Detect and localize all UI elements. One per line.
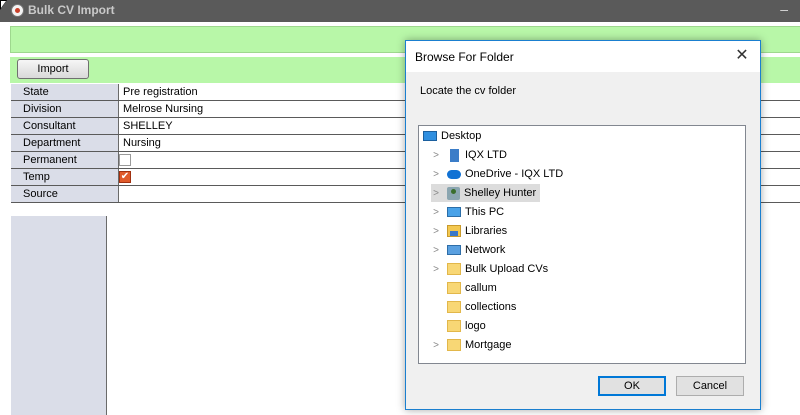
- field-label: Division: [11, 101, 119, 117]
- tree-item-label: This PC: [465, 206, 505, 218]
- tree-item-label: Libraries: [465, 225, 508, 237]
- chevron-right-icon[interactable]: >: [431, 264, 441, 275]
- chevron-right-icon[interactable]: >: [431, 150, 441, 161]
- tree-item-label: Desktop: [441, 130, 482, 142]
- temp-checkbox[interactable]: ✔: [119, 171, 131, 183]
- library-icon: [447, 225, 461, 237]
- tree-item-mortgage[interactable]: > Mortgage: [431, 336, 511, 354]
- chevron-right-icon[interactable]: >: [431, 340, 441, 351]
- mouse-cursor-icon: [0, 0, 7, 10]
- browse-folder-dialog: Browse For Folder ✕ Locate the cv folder…: [405, 40, 761, 410]
- folder-icon: [447, 320, 461, 332]
- cancel-button[interactable]: Cancel: [676, 376, 744, 396]
- tree-item-label: OneDrive - IQX LTD: [465, 168, 564, 180]
- folder-icon: [447, 282, 461, 294]
- division-value[interactable]: Melrose Nursing: [119, 101, 203, 117]
- minimize-button[interactable]: –: [780, 1, 788, 17]
- desktop-icon: [423, 131, 437, 141]
- tree-item-onedrive[interactable]: > OneDrive - IQX LTD: [431, 165, 563, 183]
- field-label: Department: [11, 135, 119, 151]
- tree-item-label: Mortgage: [465, 339, 512, 351]
- field-label: Permanent: [11, 152, 119, 168]
- building-icon: [450, 148, 459, 162]
- folder-icon: [447, 263, 461, 275]
- tree-item-label: logo: [465, 320, 486, 332]
- dialog-title: Browse For Folder: [415, 50, 514, 64]
- tree-item-label: Network: [465, 244, 506, 256]
- app-title: Bulk CV Import: [28, 3, 115, 17]
- tree-item-collections[interactable]: collections: [447, 298, 516, 316]
- permanent-checkbox[interactable]: [119, 154, 131, 166]
- dialog-title-bar: Browse For Folder ✕: [406, 41, 760, 72]
- chevron-right-icon[interactable]: >: [431, 169, 441, 180]
- tree-item-iqx-ltd[interactable]: > IQX LTD: [431, 146, 507, 164]
- chevron-right-icon[interactable]: >: [431, 207, 441, 218]
- pc-icon: [447, 207, 461, 217]
- label-column-filler: [11, 216, 107, 415]
- tree-item-label: Shelley Hunter: [464, 187, 537, 199]
- app-title-bar: Bulk CV Import –: [0, 0, 800, 22]
- tree-item-label: IQX LTD: [465, 149, 507, 161]
- field-label: Temp: [11, 169, 119, 185]
- department-value[interactable]: Nursing: [119, 135, 161, 151]
- tree-item-libraries[interactable]: > Libraries: [431, 222, 507, 240]
- dialog-message: Locate the cv folder: [420, 85, 517, 97]
- tree-item-shelley-hunter[interactable]: > Shelley Hunter: [431, 184, 541, 202]
- network-icon: [447, 245, 461, 255]
- cloud-icon: [447, 169, 461, 179]
- tree-item-callum[interactable]: callum: [447, 279, 497, 297]
- import-button[interactable]: Import: [17, 59, 89, 79]
- ok-button[interactable]: OK: [598, 376, 666, 396]
- tree-item-label: Bulk Upload CVs: [465, 263, 549, 275]
- tree-item-desktop[interactable]: Desktop: [423, 127, 481, 145]
- user-icon: [447, 186, 460, 200]
- tree-item-bulk-upload-cvs[interactable]: > Bulk Upload CVs: [431, 260, 548, 278]
- app-logo-icon: [11, 4, 24, 17]
- folder-icon: [447, 301, 461, 313]
- chevron-right-icon[interactable]: >: [431, 188, 441, 199]
- folder-icon: [447, 339, 461, 351]
- state-value[interactable]: Pre registration: [119, 84, 198, 100]
- source-value[interactable]: [119, 186, 123, 202]
- tree-item-logo[interactable]: logo: [447, 317, 486, 335]
- chevron-right-icon[interactable]: >: [431, 245, 441, 256]
- consultant-value[interactable]: SHELLEY: [119, 118, 173, 134]
- tree-item-label: callum: [465, 282, 497, 294]
- tree-item-network[interactable]: > Network: [431, 241, 505, 259]
- tree-item-this-pc[interactable]: > This PC: [431, 203, 504, 221]
- tree-item-label: collections: [465, 301, 517, 313]
- field-label: Consultant: [11, 118, 119, 134]
- folder-tree[interactable]: Desktop > IQX LTD > OneDrive - IQX LTD >…: [418, 125, 746, 364]
- chevron-right-icon[interactable]: >: [431, 226, 441, 237]
- field-label: Source: [11, 186, 119, 202]
- field-label: State: [11, 84, 119, 100]
- close-icon[interactable]: ✕: [732, 46, 752, 66]
